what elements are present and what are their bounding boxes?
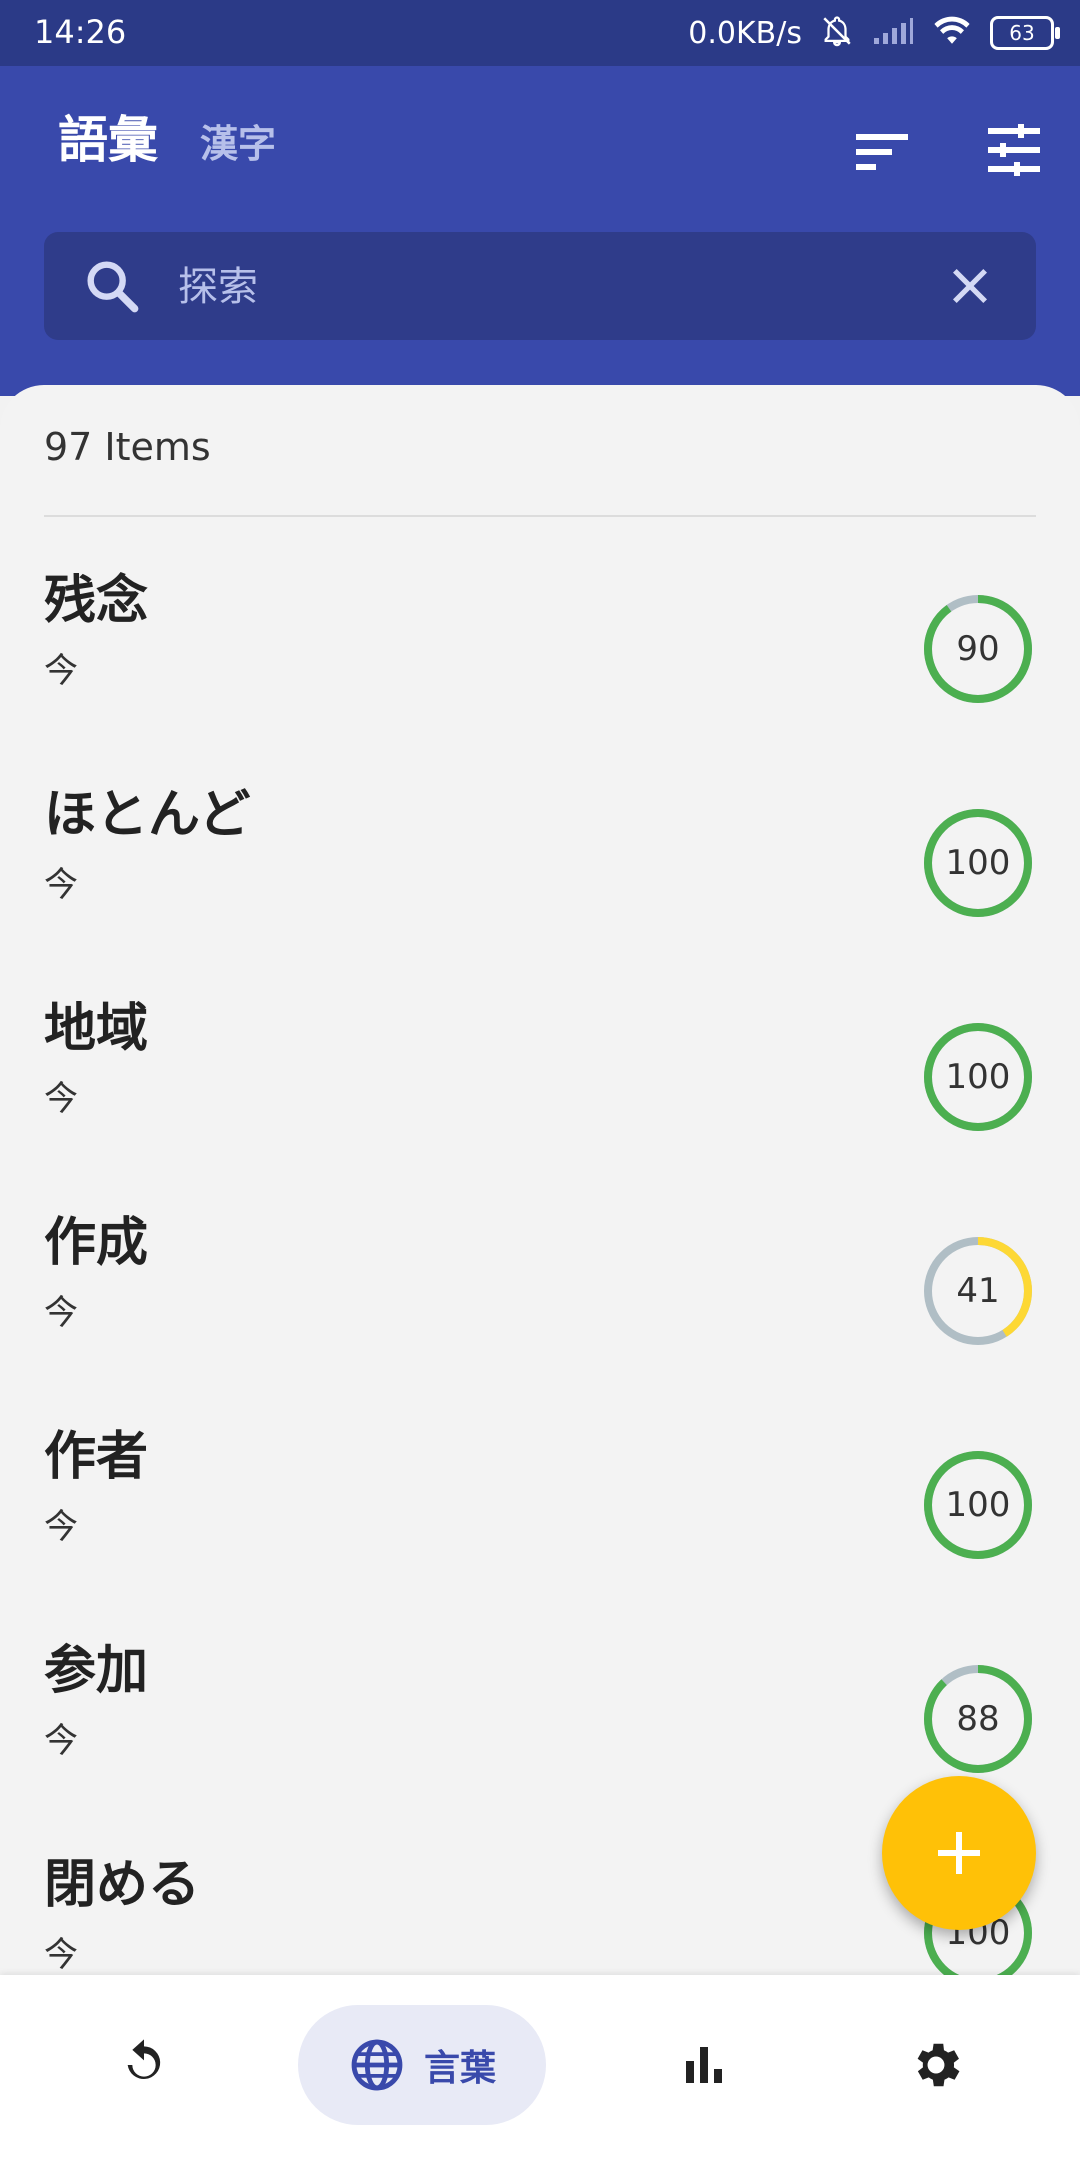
item-word: 地域 <box>44 999 149 1059</box>
score-value: 100 <box>945 1485 1011 1525</box>
item-time: 今 <box>44 1507 78 1547</box>
app-bar: 語彙 漢字 <box>0 66 1080 396</box>
search-icon <box>87 261 139 313</box>
gear-icon <box>917 2043 960 2087</box>
score-value: 88 <box>956 1699 1000 1739</box>
word-list-panel: 97 Items 残念 今 90 ほとんど 今 100 地域 今 100 作成 … <box>0 385 1080 1975</box>
item-word: 参加 <box>44 1641 149 1701</box>
item-time: 今 <box>44 1721 78 1761</box>
item-time: 今 <box>44 651 78 691</box>
score-ring: 88 <box>920 1661 1036 1777</box>
add-word-button[interactable] <box>882 1776 1036 1930</box>
nav-review[interactable] <box>84 2005 204 2125</box>
bottom-navigation: 言葉 <box>0 1975 1080 2160</box>
item-word: 残念 <box>44 571 149 631</box>
item-word: 作成 <box>44 1213 149 1273</box>
globe-icon <box>351 2039 403 2091</box>
filter-button[interactable] <box>976 112 1052 188</box>
item-word: 作者 <box>44 1427 149 1487</box>
score-ring: 100 <box>920 1447 1036 1563</box>
score-ring: 100 <box>920 805 1036 921</box>
score-value: 41 <box>956 1271 1000 1311</box>
nav-settings[interactable] <box>876 2005 996 2125</box>
sort-button[interactable] <box>844 114 920 190</box>
nav-stats[interactable] <box>644 2005 764 2125</box>
score-ring: 41 <box>920 1233 1036 1349</box>
replay-icon <box>127 2039 161 2079</box>
sort-icon <box>856 134 908 170</box>
bar-chart-icon <box>686 2047 722 2083</box>
plus-icon <box>938 1832 980 1874</box>
score-value: 100 <box>945 1057 1011 1097</box>
list-item[interactable]: 作成 今 41 <box>0 1177 1080 1391</box>
network-speed: 0.0KB/s <box>688 15 802 51</box>
list-item[interactable]: 作者 今 100 <box>0 1391 1080 1605</box>
search-input[interactable] <box>176 258 880 316</box>
wifi-icon <box>932 15 972 51</box>
item-time: 今 <box>44 1079 78 1119</box>
tune-icon <box>988 124 1040 176</box>
list-item[interactable]: 残念 今 90 <box>0 535 1080 749</box>
status-indicators: 0.0KB/s 63 <box>688 10 1060 56</box>
nav-words[interactable]: 言葉 <box>298 2005 546 2125</box>
tab-kanji[interactable]: 漢字 <box>200 120 276 168</box>
item-time: 今 <box>44 1293 78 1333</box>
score-ring: 100 <box>920 1019 1036 1135</box>
divider <box>44 515 1036 517</box>
score-ring: 90 <box>920 591 1036 707</box>
search-bar[interactable] <box>44 232 1036 340</box>
status-bar: 14:26 0.0KB/s 63 <box>0 0 1080 66</box>
score-value: 90 <box>956 629 1000 669</box>
item-time: 今 <box>44 865 78 905</box>
score-value: 100 <box>945 843 1011 883</box>
signal-icon <box>872 16 914 50</box>
list-item[interactable]: ほとんど 今 100 <box>0 749 1080 963</box>
item-word: ほとんど <box>44 785 251 845</box>
nav-words-label: 言葉 <box>423 2048 496 2089</box>
tab-vocabulary[interactable]: 語彙 <box>58 110 158 170</box>
item-time: 今 <box>44 1935 78 1975</box>
list-item[interactable]: 地域 今 100 <box>0 963 1080 1177</box>
status-time: 14:26 <box>34 13 127 51</box>
close-icon[interactable] <box>944 260 996 312</box>
battery-indicator: 63 <box>990 16 1060 50</box>
item-count: 97 Items <box>44 425 211 469</box>
item-word: 閉める <box>44 1855 201 1915</box>
bell-off-icon <box>820 14 854 52</box>
